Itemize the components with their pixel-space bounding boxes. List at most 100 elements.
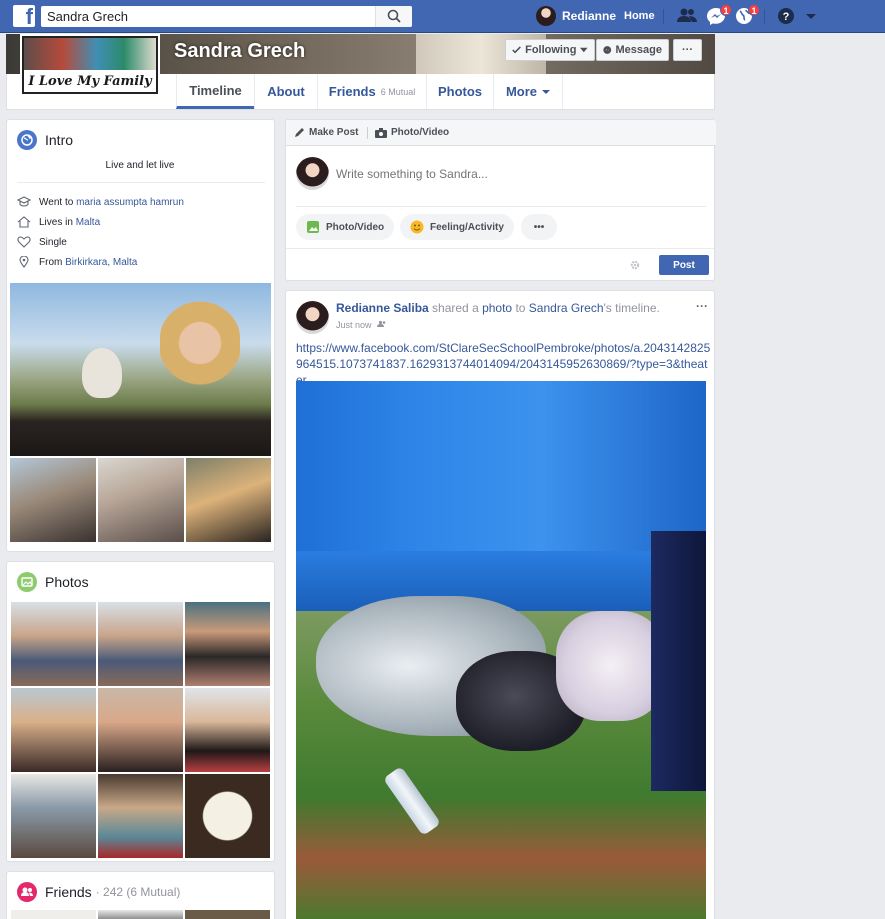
post-photo-link[interactable]: photo <box>482 301 512 315</box>
photo-thumb-2[interactable] <box>98 602 183 686</box>
photo-thumb-9[interactable] <box>185 774 270 858</box>
messenger-icon[interactable]: 1 <box>706 4 732 25</box>
tab-friends[interactable]: Friends 6 Mutual <box>317 74 426 109</box>
message-label: Message <box>615 44 662 56</box>
friend-thumb-2[interactable] <box>98 910 183 919</box>
profile-more-button[interactable]: ··· <box>673 39 702 61</box>
feeling-activity-button[interactable]: Feeling/Activity <box>400 214 514 240</box>
photo-video-tab-label: Photo/Video <box>391 127 450 138</box>
post-time-text[interactable]: Just now <box>336 320 372 330</box>
photo-thumb-4[interactable] <box>11 688 96 772</box>
tab-timeline-label: Timeline <box>189 82 242 98</box>
tab-about[interactable]: About <box>254 74 317 109</box>
notifications-globe-icon[interactable]: 1 <box>734 4 760 25</box>
profile-picture-caption: I Love My Family <box>28 74 152 89</box>
make-post-tab[interactable]: Make Post <box>294 127 358 138</box>
following-button[interactable]: Following <box>505 39 595 61</box>
featured-photo-1[interactable] <box>10 458 96 542</box>
tab-photos-label: Photos <box>437 84 483 99</box>
check-icon <box>512 46 521 54</box>
photo-thumb-8[interactable] <box>98 774 183 858</box>
messenger-small-icon <box>603 46 612 54</box>
photos-title-text[interactable]: Photos <box>45 574 89 590</box>
intro-title-text: Intro <box>45 132 74 148</box>
svg-text:?: ? <box>783 11 790 23</box>
account-menu-chevron-down-icon[interactable] <box>804 7 824 25</box>
intro-relationship: Single <box>17 236 67 248</box>
photo-icon <box>307 221 319 233</box>
post-author-name[interactable]: Redianne Saliba <box>336 301 429 315</box>
message-button[interactable]: Message <box>596 39 669 61</box>
home-link[interactable]: Home <box>624 10 655 22</box>
intro-lives: Lives in Malta <box>17 216 100 228</box>
post-header: Redianne Saliba shared a photo to Sandra… <box>336 301 660 315</box>
featured-photo-main[interactable] <box>10 283 271 456</box>
intro-from-link[interactable]: Birkirkara, Malta <box>65 257 137 268</box>
post-target-link[interactable]: Sandra Grech <box>529 301 604 315</box>
post-options-button[interactable]: ··· <box>696 299 708 313</box>
post-target-suffix: 's timeline. <box>603 301 660 315</box>
post-to-text: to <box>512 301 529 315</box>
post-photo[interactable] <box>296 381 706 919</box>
intro-education-link[interactable]: maria assumpta hamrun <box>76 197 184 208</box>
caret-down-icon <box>542 89 551 94</box>
help-icon[interactable]: ? <box>776 7 796 25</box>
composer-more-dots: ••• <box>533 221 545 233</box>
composer-more-button[interactable]: ••• <box>521 214 557 240</box>
tab-friends-mutual: 6 Mutual <box>380 86 416 97</box>
top-divider <box>663 9 664 24</box>
composer-input[interactable] <box>336 165 696 183</box>
top-profile-link[interactable]: Redianne <box>536 6 616 26</box>
top-bar: f Redianne Home 1 1 ? <box>0 0 885 33</box>
pencil-icon <box>295 128 304 137</box>
featured-photo-2[interactable] <box>98 458 184 542</box>
photo-thumb-7[interactable] <box>11 774 96 858</box>
friends-title-text[interactable]: Friends <box>45 884 92 900</box>
post-button[interactable]: Post <box>659 255 709 275</box>
photo-thumb-6[interactable] <box>185 688 270 772</box>
photo-thumb-5[interactable] <box>98 688 183 772</box>
tab-photos[interactable]: Photos <box>426 74 493 109</box>
photo-dark-bin <box>651 531 706 791</box>
tab-more[interactable]: More <box>493 74 563 109</box>
intro-from-prefix: From <box>39 256 63 268</box>
photo-thumb-1[interactable] <box>11 602 96 686</box>
tab-friends-label: Friends <box>328 84 376 99</box>
messages-badge: 1 <box>720 4 732 16</box>
photo-thumb-3[interactable] <box>185 602 270 686</box>
photo-video-button[interactable]: Photo/Video <box>296 214 395 240</box>
location-pin-icon <box>19 256 29 268</box>
intro-from: From Birkirkara, Malta <box>17 256 137 268</box>
search-button[interactable] <box>375 6 412 27</box>
post-shared-text: shared a <box>428 301 483 315</box>
photo-white-bag <box>556 611 666 721</box>
privacy-friends-icon[interactable] <box>377 320 387 330</box>
photo-video-tab[interactable]: Photo/Video <box>375 127 449 138</box>
friend-thumb-3[interactable] <box>185 910 270 919</box>
intro-bio: Live and let live <box>105 160 175 171</box>
facebook-logo-icon[interactable]: f <box>13 5 35 27</box>
friend-requests-icon[interactable] <box>677 7 697 25</box>
tab-timeline[interactable]: Timeline <box>176 74 254 109</box>
intro-lives-link[interactable]: Malta <box>76 217 100 228</box>
intro-relationship-text: Single <box>39 236 67 248</box>
notifications-badge: 1 <box>748 4 760 16</box>
friend-thumb-1[interactable] <box>11 910 96 919</box>
tab-more-label: More <box>505 84 538 99</box>
smiley-icon <box>410 220 424 234</box>
friends-card: Friends · 242 (6 Mutual) <box>6 871 275 919</box>
featured-photo-3[interactable] <box>186 458 271 542</box>
camera-icon <box>375 127 387 138</box>
composer-tab-divider <box>367 127 368 139</box>
photo-barrel-ring <box>296 551 706 611</box>
feeling-activity-label: Feeling/Activity <box>430 221 504 233</box>
more-dots: ··· <box>682 44 693 56</box>
profile-picture[interactable]: I Love My Family <box>20 34 160 96</box>
composer-avatar <box>296 157 329 190</box>
settings-gear-icon[interactable] <box>630 260 640 270</box>
intro-card: Intro Live and let live Went to maria as… <box>6 119 275 552</box>
search-input[interactable] <box>41 6 371 27</box>
profile-name[interactable]: Sandra Grech <box>174 40 305 63</box>
caret-down-icon <box>580 47 588 53</box>
post-author-avatar[interactable] <box>296 301 329 334</box>
